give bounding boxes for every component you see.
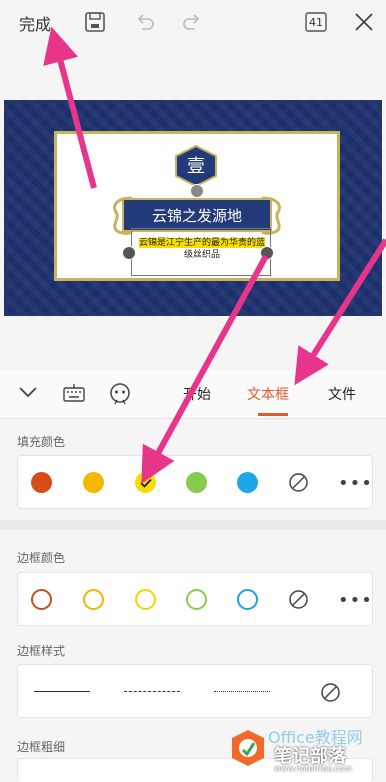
arrow-to-done: [43, 26, 97, 189]
arrow-to-textbox-tab: [294, 238, 386, 386]
arrow-to-yellow-swatch: [141, 254, 269, 484]
annotation-arrows: [43, 26, 386, 484]
